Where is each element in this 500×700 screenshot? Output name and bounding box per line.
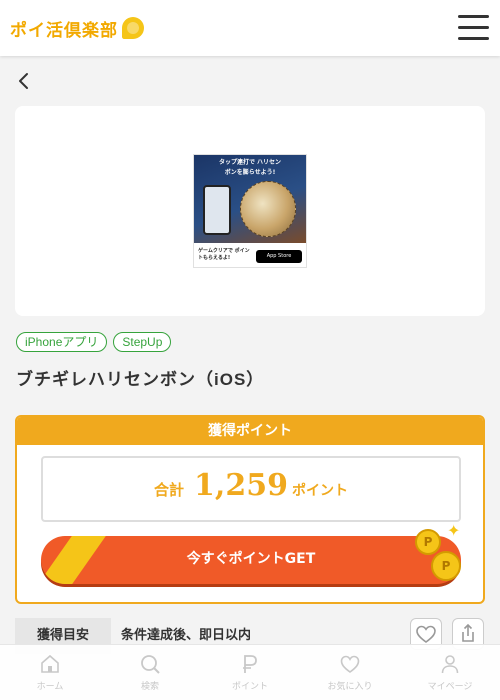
nav-item-mypage[interactable]: マイページ — [400, 645, 500, 700]
banner-artwork: タップ連打で ハリセンボンを膨らせよう! — [194, 155, 306, 243]
coin-icon: P — [415, 529, 441, 555]
menu-bar — [458, 26, 489, 29]
sparkle-icon: ✦ — [447, 521, 461, 540]
search-icon — [141, 655, 160, 674]
banner-caption: ゲームクリアで ポイントもらえるよ! — [198, 248, 250, 261]
total-points-value: 1,259 — [194, 468, 288, 503]
pufferfish-illustration — [240, 181, 296, 237]
total-points-unit: ポイント — [291, 483, 348, 499]
get-points-button[interactable]: 今すぐポイントGET — [41, 536, 461, 584]
point-icon — [243, 655, 257, 673]
tag-iphone-app[interactable]: iPhoneアプリ — [16, 332, 108, 352]
offer-banner-image: タップ連打で ハリセンボンを膨らせよう! ゲームクリアで ポイントもらえるよ! … — [193, 154, 307, 268]
tag-stepup[interactable]: StepUp — [113, 332, 172, 352]
points-panel: 獲得ポイント 合計 1,259 ポイント 今すぐポイントGET P P ✦ — [15, 415, 485, 604]
total-label: 合計 — [154, 481, 185, 499]
nav-item-search[interactable]: 検索 — [100, 645, 200, 700]
phone-illustration — [203, 185, 231, 235]
logo-text: ポイ活倶楽部 — [10, 20, 118, 41]
category-tags: iPhoneアプリ StepUp — [16, 332, 172, 352]
nav-label: お気に入り — [327, 681, 373, 691]
nav-item-favorites[interactable]: お気に入り — [300, 645, 400, 700]
bee-mascot-icon — [122, 17, 144, 39]
points-header: 獲得ポイント — [17, 417, 483, 445]
back-button[interactable] — [14, 70, 36, 92]
app-store-badge: App Store — [256, 250, 302, 263]
banner-headline: タップ連打で ハリセンボンを膨らせよう! — [218, 159, 282, 176]
offer-image-area: タップ連打で ハリセンボンを膨らせよう! ゲームクリアで ポイントもらえるよ! … — [15, 106, 485, 316]
total-points-box: 合計 1,259 ポイント — [41, 456, 461, 522]
chevron-left-icon — [19, 73, 28, 89]
heart-icon — [340, 655, 360, 673]
get-points-label: 今すぐポイントGET — [186, 551, 316, 567]
offer-title: ブチギレハリセンボン（iOS） — [16, 370, 265, 389]
user-icon — [441, 655, 459, 674]
bottom-navigation: ホーム 検索 ポイント お気に入り マイページ — [0, 644, 500, 700]
nav-label: ポイント — [231, 681, 268, 691]
coin-icon: P — [431, 551, 461, 581]
menu-bar — [458, 15, 489, 18]
nav-item-home[interactable]: ホーム — [0, 645, 100, 700]
nav-label: ホーム — [36, 681, 64, 691]
nav-label: マイページ — [427, 681, 473, 691]
nav-item-points[interactable]: ポイント — [200, 645, 300, 700]
home-icon — [41, 654, 59, 673]
app-header: ポイ活倶楽部 — [0, 0, 500, 56]
menu-bar — [458, 37, 489, 40]
coins-decoration: P P ✦ — [413, 521, 473, 587]
site-logo[interactable]: ポイ活倶楽部 — [10, 14, 144, 42]
nav-label: 検索 — [140, 681, 159, 691]
banner-footer: ゲームクリアで ポイントもらえるよ! App Store — [194, 243, 306, 267]
hamburger-menu-icon[interactable] — [458, 14, 489, 40]
button-stripe-decoration — [41, 536, 109, 584]
